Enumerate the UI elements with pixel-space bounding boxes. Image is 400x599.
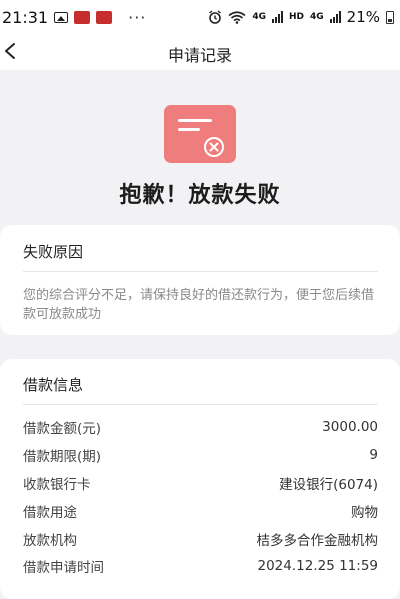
signal-icon <box>271 11 283 23</box>
row-label: 借款申请时间 <box>23 560 104 576</box>
battery-icon <box>386 10 394 24</box>
loan-info-card: 借款信息 借款金额(元) 3000.00 借款期限(期) 9 收款银行卡 建设银… <box>0 359 400 599</box>
more-notifications-icon: ··· <box>128 7 147 27</box>
status-bar-right: 4G HD 4G 21% <box>208 8 394 26</box>
app-notification-icon <box>74 10 91 24</box>
failure-card-icon <box>164 105 236 163</box>
row-label: 借款用途 <box>23 505 77 521</box>
row-value: 3000.00 <box>322 419 378 435</box>
image-notification-icon <box>54 11 69 23</box>
nav-bar: 申请记录 <box>0 34 400 70</box>
wifi-icon <box>228 10 246 24</box>
status-bar-left: 21:31 ··· <box>0 8 146 27</box>
row-label: 收款银行卡 <box>23 477 91 493</box>
loan-card-divider <box>23 404 378 405</box>
row-value: 购物 <box>351 505 378 521</box>
page-title: 申请记录 <box>167 46 232 65</box>
failure-reason-card: 失败原因 您的综合评分不足，请保持良好的借还款行为，便于您后续借款可放款成功 <box>0 225 400 335</box>
row-value: 2024.12.25 11:59 <box>257 558 379 574</box>
alarm-icon <box>209 10 222 24</box>
row-label: 借款期限(期) <box>23 449 102 465</box>
result-title: 抱歉！放款失败 <box>119 183 281 208</box>
reason-card-header: 失败原因 <box>23 243 84 261</box>
loan-row-apply-time: 借款申请时间 2024.12.25 11:59 <box>23 555 378 577</box>
reason-card-divider <box>23 271 378 272</box>
failure-reason-text: 您的综合评分不足，请保持良好的借还款行为，便于您后续借款可放款成功 <box>23 288 375 322</box>
signal-icon-2 <box>329 11 341 23</box>
loan-row-institution: 放款机构 桔多多合作金融机构 <box>23 528 378 550</box>
network-type-label: 4G <box>252 12 266 22</box>
status-bar: 21:31 ··· 4G HD 4G 21% <box>0 0 400 34</box>
network-type-label-2: 4G <box>310 12 324 22</box>
loan-row-term: 借款期限(期) 9 <box>23 444 378 466</box>
row-label: 放款机构 <box>23 533 77 549</box>
status-time: 21:31 <box>2 7 49 27</box>
row-value: 建设银行(6074) <box>279 477 378 493</box>
row-value: 9 <box>369 447 378 463</box>
hd-label: HD <box>288 12 304 22</box>
row-label: 借款金额(元) <box>23 421 102 437</box>
loan-row-amount: 借款金额(元) 3000.00 <box>23 416 378 438</box>
row-value: 桔多多合作金融机构 <box>256 533 379 549</box>
battery-percent: 21% <box>346 8 380 26</box>
loan-card-header: 借款信息 <box>23 376 84 394</box>
loan-row-purpose: 借款用途 购物 <box>23 500 378 522</box>
loan-row-bank-card: 收款银行卡 建设银行(6074) <box>23 472 378 494</box>
app-notification-icon-2 <box>96 10 113 24</box>
